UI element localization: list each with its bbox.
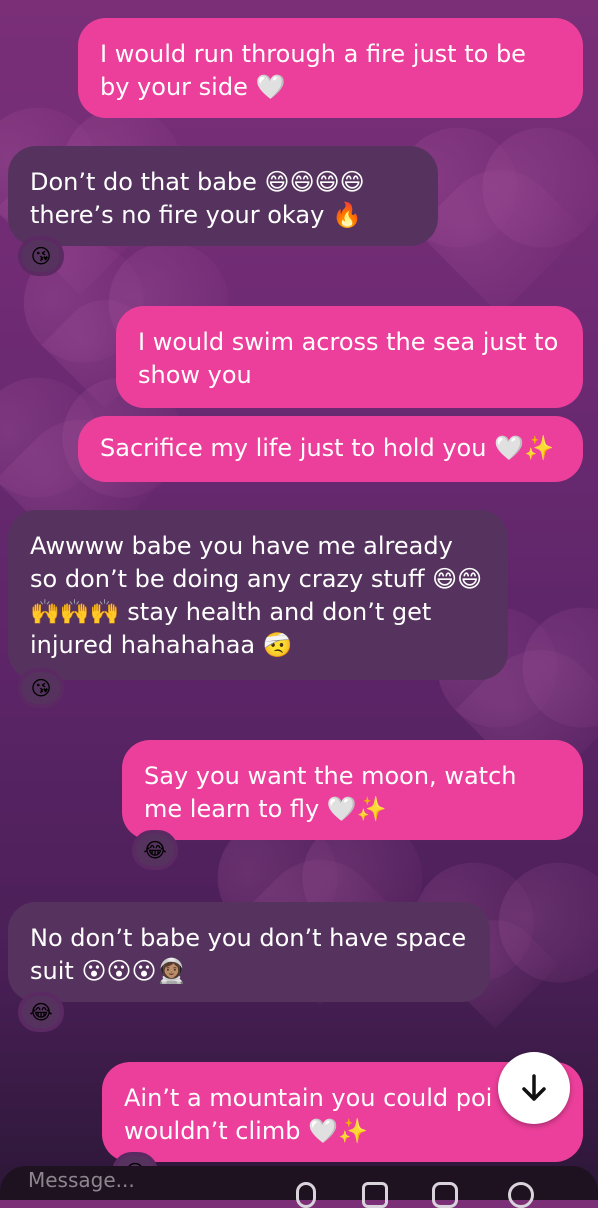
message-bubble-sent[interactable]: I would swim across the sea just to show…	[116, 306, 583, 408]
message-text: Awwww babe you have me already so don’t …	[30, 532, 453, 593]
heart-emoji: 🤍	[255, 73, 286, 101]
add-icon[interactable]	[508, 1182, 534, 1208]
reaction-badge[interactable]: 😂	[18, 992, 64, 1032]
laugh-emoji: 😂	[29, 1000, 53, 1024]
message-text: I would run through a fire just to be by…	[100, 40, 526, 101]
message-bubble-sent[interactable]: Sacrifice my life just to hold you 🤍✨	[78, 416, 583, 482]
message-bubble-received[interactable]: No don’t babe you don’t have space suit …	[8, 902, 490, 1002]
message-bubble-sent[interactable]: I would run through a fire just to be by…	[78, 18, 583, 118]
fire-emoji: 🔥	[331, 201, 362, 229]
heart-sparkles-emoji: 🤍✨	[308, 1117, 368, 1145]
message-text: 🙌🙌🙌 stay health and don’t get injured ha…	[30, 598, 432, 659]
message-text: I would swim across the sea just to show…	[138, 328, 559, 389]
reaction-badge[interactable]: 😘	[18, 236, 64, 276]
background-heart	[415, 145, 585, 315]
message-bubble-sent[interactable]: Say you want the moon, watch me learn to…	[122, 740, 583, 840]
gallery-icon[interactable]	[362, 1182, 388, 1208]
grin-emoji: 😄😄	[432, 565, 483, 593]
scroll-to-bottom-button[interactable]	[498, 1052, 570, 1124]
message-bubble-received[interactable]: Awwww babe you have me already so don’t …	[8, 510, 508, 680]
bandage-emoji: 🤕	[262, 631, 293, 659]
sticker-icon[interactable]	[432, 1182, 458, 1208]
heart-sparkles-emoji: 🤍✨	[326, 795, 387, 823]
message-text: Ain’t a mountain you could poi	[124, 1084, 493, 1112]
message-input[interactable]: Message...	[28, 1168, 135, 1192]
message-text: Don’t do that babe	[30, 168, 257, 196]
message-text: Sacrifice my life just to hold you	[100, 434, 487, 462]
grin-emoji: 😄😄😄😄	[264, 168, 365, 196]
reaction-badge[interactable]: 😂	[132, 830, 178, 870]
kiss-emoji: 😘	[30, 244, 52, 268]
mic-icon[interactable]	[296, 1182, 316, 1208]
message-text: wouldn’t climb	[124, 1117, 301, 1145]
message-bubble-received[interactable]: Don’t do that babe 😄😄😄😄 there’s no fire …	[8, 146, 438, 246]
kiss-emoji: 😘	[30, 676, 52, 700]
heart-sparkles-emoji: 🤍✨	[494, 434, 554, 462]
arrow-down-icon	[522, 1074, 546, 1101]
surprised-astronaut-emoji: 😮😮😮👩🏽‍🚀	[81, 957, 187, 985]
reaction-badge[interactable]: 😘	[18, 668, 64, 708]
message-text: there’s no fire your okay	[30, 201, 325, 229]
laugh-emoji: 😂	[143, 838, 167, 862]
